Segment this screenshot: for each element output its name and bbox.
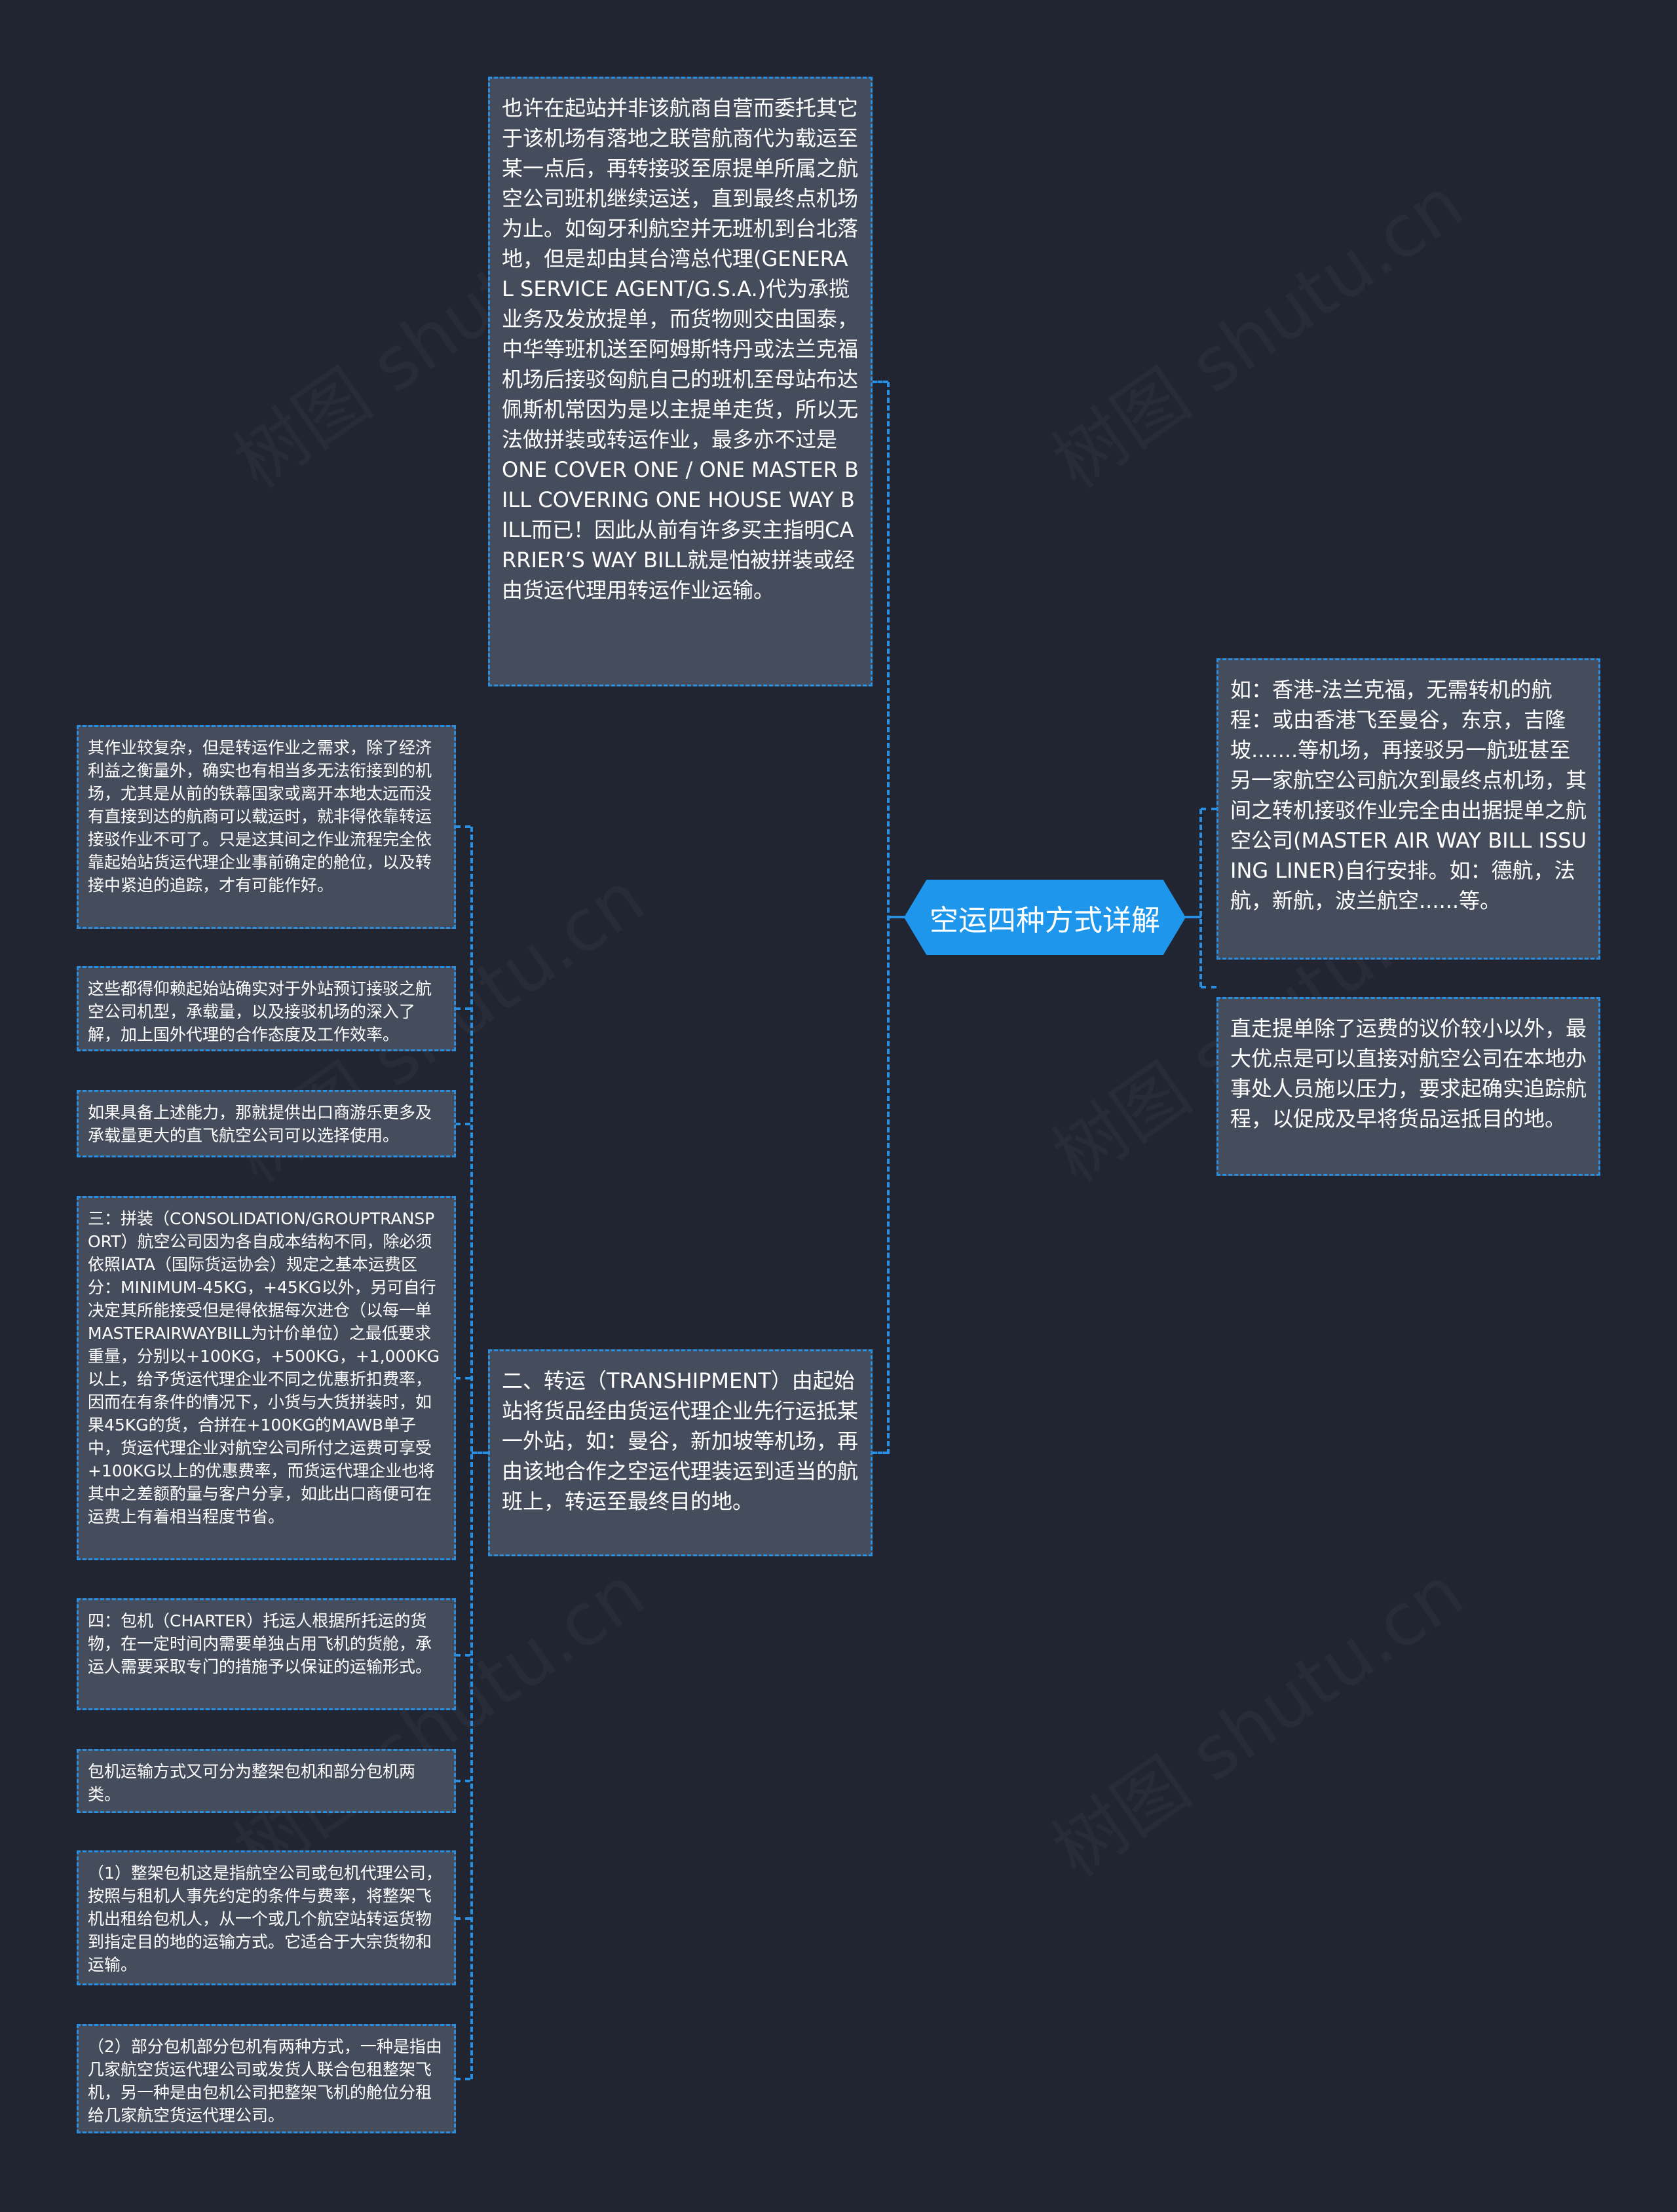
node-origin-station-reliance[interactable]: 这些都得仰赖起始站确实对于外站预订接驳之航空公司机型，承载量，以及接驳机场的深入… [77,966,456,1051]
connector [470,827,473,2079]
connector [455,1780,470,1782]
connector [455,1123,470,1125]
connector [1201,808,1216,810]
connector [872,1452,888,1454]
root-node[interactable]: 空运四种方式详解 [904,880,1186,955]
node-text: 如：香港-法兰克福，无需转机的航程：或由香港飞至曼谷，东京，吉隆坡.......… [1230,677,1587,913]
node-charter-types[interactable]: 包机运输方式又可分为整架包机和部分包机两类。 [77,1749,456,1813]
connector [455,1917,470,1920]
connector [455,1007,470,1010]
node-text: 二、转运（TRANSHIPMENT）由起始站将货品经由货运代理企业先行运抵某一外… [502,1368,859,1514]
node-transhipment[interactable]: 二、转运（TRANSHIPMENT）由起始站将货品经由货运代理企业先行运抵某一外… [488,1349,873,1556]
node-text: 三：拼装（CONSOLIDATION/GROUPTRANSPORT）航空公司因为… [88,1209,440,1526]
connector [872,381,888,383]
node-transhipment-complexity[interactable]: 其作业较复杂，但是转运作业之需求，除了经济利益之衡量外，确实也有相当多无法衔接到… [77,725,456,929]
node-direct-flight-example[interactable]: 如：香港-法兰克福，无需转机的航程：或由香港飞至曼谷，东京，吉隆坡.......… [1216,658,1600,960]
root-node-title: 空运四种方式详解 [930,903,1160,937]
connector [1201,986,1216,988]
connector [455,1377,470,1379]
node-text: （1）整架包机这是指航空公司或包机代理公司，按照与租机人事先约定的条件与费率，将… [88,1864,442,1974]
watermark: 树图 shutu.cn [1028,1536,1480,1896]
node-text: 其作业较复杂，但是转运作业之需求，除了经济利益之衡量外，确实也有相当多无法衔接到… [88,738,432,895]
node-text: 包机运输方式又可分为整架包机和部分包机两类。 [88,1762,416,1804]
connector [455,1654,470,1657]
connector [455,825,470,828]
node-charter[interactable]: 四：包机（CHARTER）托运人根据所托运的货物，在一定时间内需要单独占用飞机的… [77,1598,456,1710]
connector [888,916,905,918]
watermark: 树图 shutu.cn [210,1536,662,1896]
node-capability-choice[interactable]: 如果具备上述能力，那就提供出口商游乐更多及承载量更大的直飞航空公司可以选择使用。 [77,1090,456,1157]
node-direct-transit-explanation[interactable]: 也许在起站并非该航商自营而委托其它于该机场有落地之联营航商代为载运至某一点后，再… [488,77,873,686]
watermark: 树图 shutu.cn [1028,147,1480,508]
node-text: 四：包机（CHARTER）托运人根据所托运的货物，在一定时间内需要单独占用飞机的… [88,1611,432,1676]
node-text: 这些都得仰赖起始站确实对于外站预订接驳之航空公司机型，承载量，以及接驳机场的深入… [88,979,432,1044]
connector [455,2078,470,2080]
node-direct-bill-advantage[interactable]: 直走提单除了运费的议价较小以外，最大优点是可以直接对航空公司在本地办事处人员施以… [1216,997,1600,1176]
node-consolidation[interactable]: 三：拼装（CONSOLIDATION/GROUPTRANSPORT）航空公司因为… [77,1196,456,1560]
node-partial-charter[interactable]: （2）部分包机部分包机有两种方式，一种是指由几家航空货运代理公司或发货人联合包租… [77,2024,456,2133]
node-text: 如果具备上述能力，那就提供出口商游乐更多及承载量更大的直飞航空公司可以选择使用。 [88,1103,432,1145]
connector [1199,809,1202,987]
node-text: （2）部分包机部分包机有两种方式，一种是指由几家航空货运代理公司或发货人联合包租… [88,2037,442,2125]
node-text: 也许在起站并非该航商自营而委托其它于该机场有落地之联营航商代为载运至某一点后，再… [502,96,859,603]
node-text: 直走提单除了运费的议价较小以外，最大优点是可以直接对航空公司在本地办事处人员施以… [1230,1016,1587,1131]
node-full-charter[interactable]: （1）整架包机这是指航空公司或包机代理公司，按照与租机人事先约定的条件与费率，将… [77,1850,456,1985]
connector [887,382,890,1454]
connector [472,1452,488,1454]
